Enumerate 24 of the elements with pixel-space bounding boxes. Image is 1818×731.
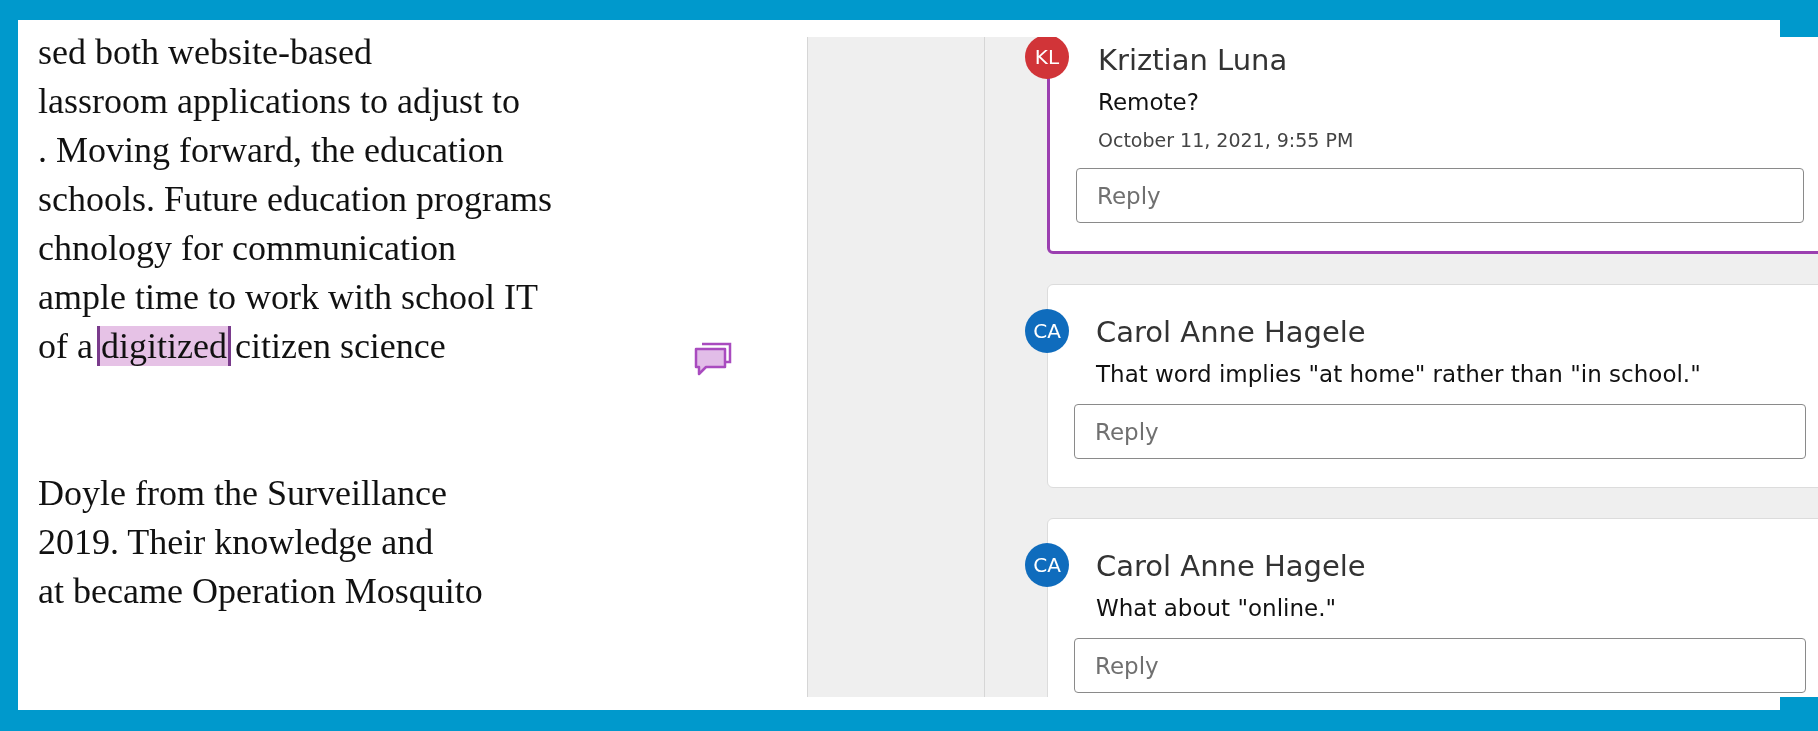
document-text-line: . Moving forward, the education — [38, 129, 505, 172]
document-text-line: sed both website-based — [38, 31, 373, 74]
comment-text: Remote? — [1098, 88, 1200, 117]
document-text-line: ample time to work with school IT — [38, 276, 539, 319]
comment-author: Carol Anne Hagele — [1096, 314, 1367, 351]
avatar: CA — [1025, 543, 1069, 587]
document-text-line: 2019. Their knowledge and — [38, 521, 435, 564]
avatar: CA — [1025, 309, 1069, 353]
document-text-line: of a digitized citizen science — [38, 325, 447, 368]
reply-field[interactable]: Reply — [1076, 168, 1804, 223]
comment-date: October 11, 2021, 9:55 PM — [1098, 128, 1355, 153]
reply-field[interactable]: Reply — [1074, 638, 1806, 693]
document-text-line: schools. Future education programs — [38, 178, 553, 221]
comment-author: Carol Anne Hagele — [1096, 548, 1367, 585]
comment-text: That word implies "at home" rather than "in school." — [1096, 360, 1702, 389]
document-text-line: at became Operation Mosquito — [38, 570, 484, 613]
document-text-line: chnology for communication — [38, 227, 457, 270]
document-text-line: Doyle from the Surveillance — [38, 472, 448, 515]
reply-field[interactable]: Reply — [1074, 404, 1806, 459]
comment-bubbles-icon[interactable] — [694, 342, 732, 378]
comment-text: What about "online." — [1096, 594, 1338, 623]
comment-author: Kriztian Luna — [1098, 42, 1289, 79]
document-text-line: lassroom applications to adjust to — [38, 80, 521, 123]
avatar: KL — [1025, 37, 1069, 79]
